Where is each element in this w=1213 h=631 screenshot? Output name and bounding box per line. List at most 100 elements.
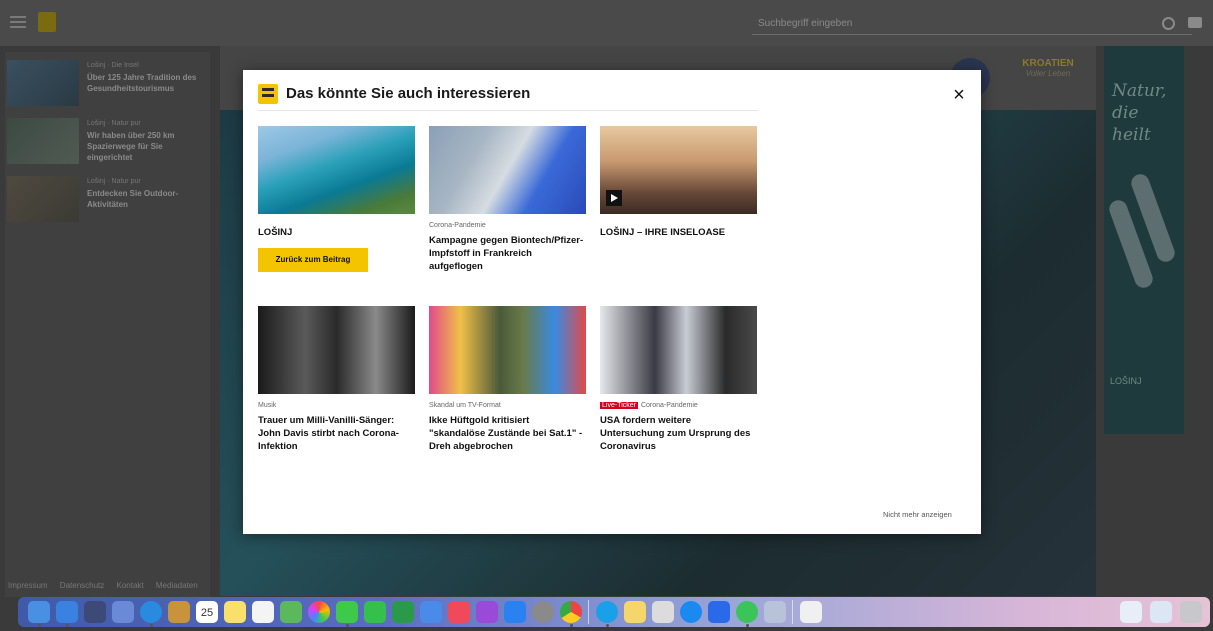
ad-logo: LOŠINJ bbox=[1110, 376, 1142, 386]
recommendation-card[interactable]: Musik Trauer um Milli-Vanilli-Sänger: Jo… bbox=[258, 306, 415, 466]
podcasts-icon[interactable] bbox=[476, 601, 498, 623]
maps-icon[interactable] bbox=[280, 601, 302, 623]
list-item-title: Wir haben über 250 km Spazierwege für Si… bbox=[87, 131, 175, 162]
running-indicator bbox=[606, 624, 609, 627]
list-item-title: Entdecken Sie Outdoor-Aktivitäten bbox=[87, 189, 179, 209]
list-item[interactable]: Lošinj · Die Insel Über 125 Jahre Tradit… bbox=[5, 56, 210, 108]
list-item[interactable]: Lošinj · Natur pur Entdecken Sie Outdoor… bbox=[5, 172, 210, 224]
script-editor-icon[interactable] bbox=[652, 601, 674, 623]
numbers-icon[interactable] bbox=[392, 601, 414, 623]
running-indicator bbox=[150, 624, 153, 627]
modal-header: Das könnte Sie auch interessieren bbox=[258, 82, 758, 111]
notes-icon[interactable] bbox=[224, 601, 246, 623]
thumbnail bbox=[7, 118, 79, 164]
footer-link[interactable]: Kontakt bbox=[117, 581, 144, 590]
top-bar: Suchbegriff eingeben bbox=[0, 0, 1213, 46]
chrome-icon[interactable] bbox=[560, 601, 582, 623]
card-image bbox=[429, 306, 586, 394]
running-indicator bbox=[746, 624, 749, 627]
stickies-icon[interactable] bbox=[624, 601, 646, 623]
photos-icon[interactable] bbox=[308, 601, 330, 623]
play-icon[interactable] bbox=[606, 190, 622, 206]
skype-icon[interactable] bbox=[596, 601, 618, 623]
shazam-icon[interactable] bbox=[680, 601, 702, 623]
running-indicator bbox=[38, 624, 41, 627]
card-title: Trauer um Milli-Vanilli-Sänger: John Dav… bbox=[258, 415, 399, 452]
card-image bbox=[429, 126, 586, 214]
footer-link[interactable]: Mediadaten bbox=[156, 581, 198, 590]
card-category: Corona-Pandemie bbox=[429, 222, 486, 229]
dock-separator bbox=[792, 600, 793, 624]
card-title: LOŠINJ – IHRE INSELOASE bbox=[600, 227, 726, 238]
sponsor-brand[interactable]: KROATIEN Voller Leben bbox=[1010, 58, 1086, 102]
card-title: Ikke Hüftgold kritisiert "skandalöse Zus… bbox=[429, 415, 583, 452]
back-to-article-button[interactable]: Zurück zum Beitrag bbox=[258, 248, 368, 272]
grid-app-icon[interactable] bbox=[112, 601, 134, 623]
list-item-title: Über 125 Jahre Tradition des Gesundheits… bbox=[87, 73, 197, 93]
brand-name: KROATIEN bbox=[1022, 58, 1074, 69]
launchpad-icon[interactable] bbox=[84, 601, 106, 623]
card-image bbox=[600, 306, 757, 394]
thumbnail bbox=[7, 176, 79, 222]
recommendation-card[interactable]: Live-Ticker Corona-Pandemie USA fordern w… bbox=[600, 306, 757, 466]
mail-icon[interactable] bbox=[56, 601, 78, 623]
card-image bbox=[600, 126, 757, 214]
card-category: Musik bbox=[258, 402, 277, 409]
dont-show-again-link[interactable]: Nicht mehr anzeigen bbox=[883, 510, 952, 519]
messages-icon[interactable] bbox=[336, 601, 358, 623]
search-icon[interactable] bbox=[1162, 17, 1175, 30]
thumbnail bbox=[7, 60, 79, 106]
running-indicator bbox=[66, 624, 69, 627]
running-indicator bbox=[570, 624, 573, 627]
recommendation-card[interactable]: Corona-Pandemie Kampagne gegen Biontech/… bbox=[429, 126, 586, 286]
drive-icon[interactable] bbox=[764, 601, 786, 623]
recommendation-card[interactable]: LOŠINJ Zurück zum Beitrag bbox=[258, 126, 415, 276]
footer-link[interactable]: Impressum bbox=[8, 581, 48, 590]
recommendation-modal: Das könnte Sie auch interessieren × LOŠI… bbox=[243, 70, 981, 534]
card-title: USA fordern weitere Untersuchung zum Urs… bbox=[600, 415, 751, 452]
finder-icon[interactable] bbox=[28, 601, 50, 623]
card-meta: Live-Ticker Corona-Pandemie bbox=[600, 402, 698, 409]
live-ticker-badge: Live-Ticker bbox=[600, 402, 638, 409]
ad-slogan: Natur, die heilt bbox=[1112, 81, 1167, 145]
search-input[interactable]: Suchbegriff eingeben bbox=[752, 13, 1192, 35]
bild-logo-icon bbox=[258, 84, 278, 104]
site-logo[interactable] bbox=[38, 12, 56, 32]
keynote-icon[interactable] bbox=[420, 601, 442, 623]
list-item-kicker: Lošinj · Natur pur bbox=[87, 120, 141, 127]
card-title: LOŠINJ bbox=[258, 227, 293, 238]
left-column: Lošinj · Die Insel Über 125 Jahre Tradit… bbox=[5, 52, 210, 597]
menu-icon[interactable] bbox=[10, 16, 26, 28]
reminders-icon[interactable] bbox=[252, 601, 274, 623]
footer-links[interactable]: Impressum Datenschutz Kontakt Mediadaten bbox=[8, 581, 198, 590]
list-item[interactable]: Lošinj · Natur pur Wir haben über 250 km… bbox=[5, 114, 210, 166]
whatsapp-icon[interactable] bbox=[736, 601, 758, 623]
card-title: Kampagne gegen Biontech/Pfizer-Impfstoff… bbox=[429, 235, 584, 272]
running-indicator bbox=[346, 624, 349, 627]
safari-icon[interactable] bbox=[140, 601, 162, 623]
chat-icon[interactable] bbox=[1188, 17, 1202, 28]
card-image bbox=[258, 306, 415, 394]
recommendation-card[interactable]: LOŠINJ – IHRE INSELOASE bbox=[600, 126, 757, 246]
trash-icon[interactable] bbox=[1180, 601, 1202, 623]
card-category: Skandal um TV-Format bbox=[429, 402, 501, 409]
settings-icon[interactable] bbox=[532, 601, 554, 623]
dock-separator bbox=[588, 600, 589, 624]
app-store-icon[interactable] bbox=[504, 601, 526, 623]
facetime-icon[interactable] bbox=[364, 601, 386, 623]
recommendation-card[interactable]: Skandal um TV-Format Ikke Hüftgold kriti… bbox=[429, 306, 586, 466]
list-item-kicker: Lošinj · Die Insel bbox=[87, 62, 139, 69]
card-image bbox=[258, 126, 415, 214]
music-icon[interactable] bbox=[448, 601, 470, 623]
calendar-icon[interactable]: 25 bbox=[196, 601, 218, 623]
downloads-icon[interactable] bbox=[1150, 601, 1172, 623]
folder-icon[interactable] bbox=[1120, 601, 1142, 623]
list-item-kicker: Lošinj · Natur pur bbox=[87, 178, 141, 185]
brand-tagline: Voller Leben bbox=[1025, 69, 1071, 78]
document-icon[interactable] bbox=[800, 601, 822, 623]
footer-link[interactable]: Datenschutz bbox=[60, 581, 104, 590]
notes-folder-icon[interactable] bbox=[168, 601, 190, 623]
dropbox-icon[interactable] bbox=[708, 601, 730, 623]
close-button[interactable]: × bbox=[948, 84, 970, 106]
modal-title: Das könnte Sie auch interessieren bbox=[286, 85, 531, 102]
